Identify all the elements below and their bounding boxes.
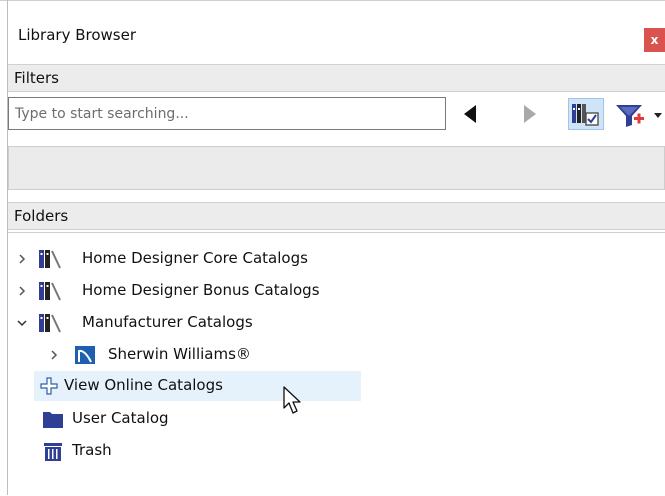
- active-filters-area: [8, 146, 665, 190]
- tree-item-label: Home Designer Core Catalogs: [82, 249, 308, 267]
- add-filter-button[interactable]: [612, 100, 665, 130]
- forward-button[interactable]: [522, 104, 538, 124]
- tree-item-label: Trash: [72, 441, 112, 459]
- tree-item-label: Sherwin Williams®: [108, 345, 251, 363]
- trash-icon: [44, 443, 62, 461]
- tree-item-label: Home Designer Bonus Catalogs: [82, 281, 320, 299]
- folder-icon: [43, 412, 63, 428]
- tree-item-label: Manufacturer Catalogs: [82, 313, 253, 331]
- chevron-right-icon[interactable]: [16, 285, 28, 297]
- plus-icon: [40, 377, 58, 395]
- chevron-down-icon[interactable]: [16, 317, 28, 329]
- chevron-right-icon[interactable]: [16, 253, 28, 265]
- folder-tree: Home Designer Core Catalogs Home Designe…: [8, 232, 665, 496]
- back-button[interactable]: [462, 104, 478, 124]
- funnel-add-icon: [616, 105, 662, 127]
- chevron-right-icon[interactable]: [48, 349, 60, 361]
- tree-item-label: User Catalog: [72, 409, 169, 427]
- tree-item-view-online-catalogs[interactable]: View Online Catalogs: [34, 371, 361, 401]
- folders-section-header: Folders: [8, 202, 665, 230]
- sherwin-williams-logo-icon: [75, 346, 95, 364]
- window-title: Library Browser: [18, 26, 137, 44]
- library-books-icon: [39, 250, 61, 269]
- search-input[interactable]: [8, 97, 446, 130]
- library-view-toggle-button[interactable]: [568, 98, 604, 130]
- title-bar: Library Browser: [8, 1, 665, 59]
- triangle-right-icon: [524, 105, 536, 123]
- library-books-icon: [39, 282, 61, 301]
- library-books-icon: [572, 104, 599, 126]
- mouse-pointer-icon: [283, 386, 301, 414]
- filters-section-header: Filters: [8, 64, 665, 92]
- tree-item-label: View Online Catalogs: [64, 376, 223, 394]
- library-books-icon: [39, 314, 61, 333]
- triangle-left-icon: [464, 105, 476, 123]
- close-button[interactable]: x: [644, 28, 665, 52]
